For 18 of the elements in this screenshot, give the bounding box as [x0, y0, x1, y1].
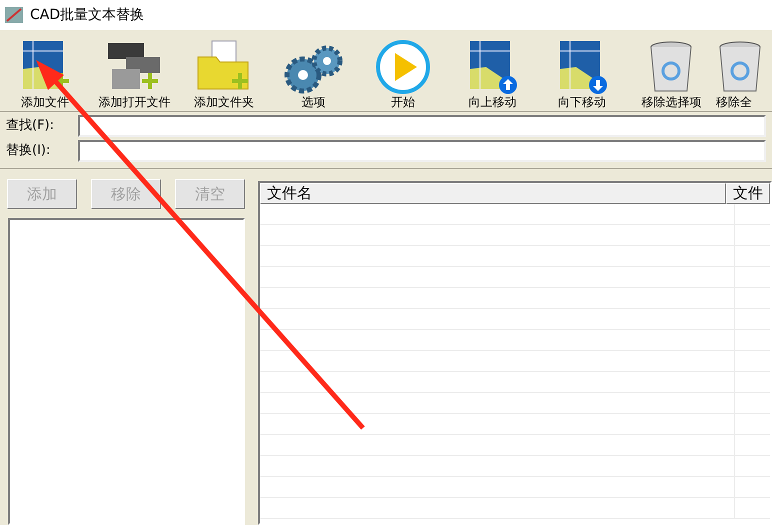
column-header[interactable]: 文件: [726, 183, 770, 204]
list-box[interactable]: [8, 218, 245, 525]
toolbar-button[interactable]: 选项: [268, 30, 358, 111]
toolbar-button[interactable]: 向下移动: [537, 30, 626, 111]
text-field[interactable]: [78, 140, 766, 162]
toolbar-button[interactable]: 添加文件夹: [179, 30, 268, 111]
toolbar-button[interactable]: 向上移动: [448, 30, 537, 111]
field-label: 替换(I):: [6, 142, 52, 160]
field-label: 查找(F):: [6, 117, 56, 136]
window-title: CAD批量文本替换: [30, 6, 144, 24]
toolbar-button[interactable]: 添加打开文件: [90, 30, 179, 111]
text-field[interactable]: [78, 115, 766, 137]
toolbar-button[interactable]: 移除全: [716, 30, 772, 111]
app-icon: [4, 5, 26, 25]
toolbar-button[interactable]: 移除选择项: [626, 30, 716, 111]
column-header[interactable]: 文件名: [260, 183, 726, 204]
toolbar-button[interactable]: 开始: [358, 30, 448, 111]
play-icon: [374, 39, 431, 95]
